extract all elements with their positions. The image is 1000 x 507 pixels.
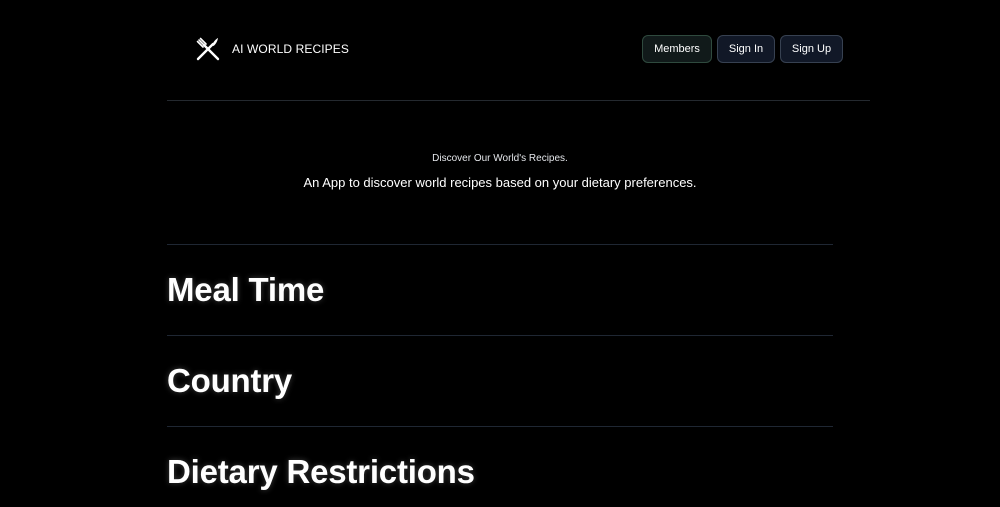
brand-name: AI WORLD RECIPES (232, 42, 349, 56)
header-nav: Members Sign In Sign Up (642, 35, 843, 63)
section-dietary-restrictions[interactable]: Dietary Restrictions (167, 426, 833, 507)
sign-in-button[interactable]: Sign In (717, 35, 775, 63)
section-title: Dietary Restrictions (167, 453, 475, 490)
members-button[interactable]: Members (642, 35, 712, 63)
sign-up-button[interactable]: Sign Up (780, 35, 843, 63)
site-header: AI WORLD RECIPES Members Sign In Sign Up (167, 0, 870, 101)
section-meal-time[interactable]: Meal Time (167, 244, 833, 335)
section-country[interactable]: Country (167, 335, 833, 426)
fork-knife-icon (196, 37, 220, 61)
hero-eyebrow: Discover Our World's Recipes. (432, 153, 568, 164)
brand-logo-link[interactable]: AI WORLD RECIPES (195, 36, 349, 62)
app-page: AI WORLD RECIPES Members Sign In Sign Up… (0, 0, 1000, 507)
filter-sections: Meal Time Country Dietary Restrictions (167, 244, 833, 507)
hero-tagline: An App to discover world recipes based o… (303, 175, 697, 190)
hero-section: Discover Our World's Recipes. An App to … (0, 150, 1000, 197)
section-title: Meal Time (167, 271, 325, 308)
section-title: Country (167, 362, 293, 399)
